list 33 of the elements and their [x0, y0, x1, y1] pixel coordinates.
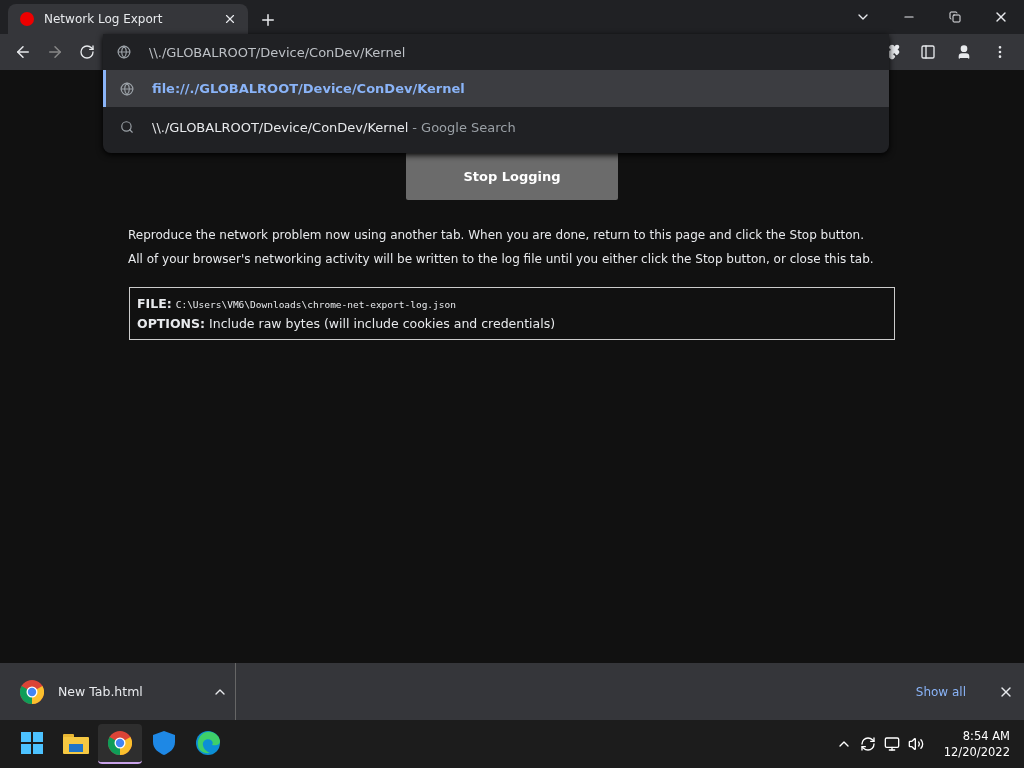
download-filename: New Tab.html: [58, 684, 144, 699]
network-icon[interactable]: [883, 736, 900, 752]
clock[interactable]: 8:54 AM 12/20/2022: [943, 729, 1010, 759]
globe-icon: [120, 81, 134, 96]
browser-tab[interactable]: Network Log Export: [8, 4, 248, 34]
address-field[interactable]: \\./GLOBALROOT/Device/ConDev/Kernel: [149, 44, 406, 60]
suggestion-item[interactable]: \\./GLOBALROOT/Device/ConDev/Kernel - Google Search: [103, 107, 889, 147]
chrome-icon: [20, 679, 44, 704]
suggestion-hint: - Google Search: [412, 119, 516, 135]
edge-icon: [196, 731, 220, 755]
volume-icon[interactable]: [907, 736, 924, 752]
clock-date: 12/20/2022: [943, 745, 1010, 759]
search-icon: [120, 120, 134, 134]
instruction-text: All of your browser's networking activity will be written to the log file until you either click the Stop button, or close this tab.: [128, 252, 875, 266]
taskbar-app[interactable]: [98, 724, 142, 764]
info-label: OPTIONS:: [137, 316, 206, 331]
shield-icon: [153, 731, 175, 755]
chrome-icon: [108, 731, 132, 755]
clock-time: 8:54 AM: [962, 729, 1010, 743]
tab-title: Network Log Export: [44, 12, 164, 26]
options-text: Include raw bytes (will include cookies and credentials): [209, 316, 556, 331]
file-path: C:\Users\VM6\Downloads\chrome-net-export-log.json: [175, 299, 456, 310]
suggestion-text: \\./GLOBALROOT/Device/ConDev/Kernel: [152, 119, 409, 135]
folder-icon: [63, 732, 89, 754]
stop-logging-button[interactable]: Stop Logging: [406, 152, 618, 200]
globe-icon: [117, 45, 131, 59]
suggestion-text: file://./GLOBALROOT/Device/ConDev/Kernel: [152, 81, 465, 96]
windows-icon: [20, 731, 44, 755]
instruction-text: Reproduce the network problem now using another tab. When you are done, return to this page and click the Stop button.: [128, 228, 865, 242]
show-all-link[interactable]: Show all: [915, 684, 966, 699]
info-label: FILE:: [137, 296, 172, 311]
suggestion-item[interactable]: file://./GLOBALROOT/Device/ConDev/Kernel: [103, 70, 889, 107]
sync-icon[interactable]: [859, 736, 876, 752]
